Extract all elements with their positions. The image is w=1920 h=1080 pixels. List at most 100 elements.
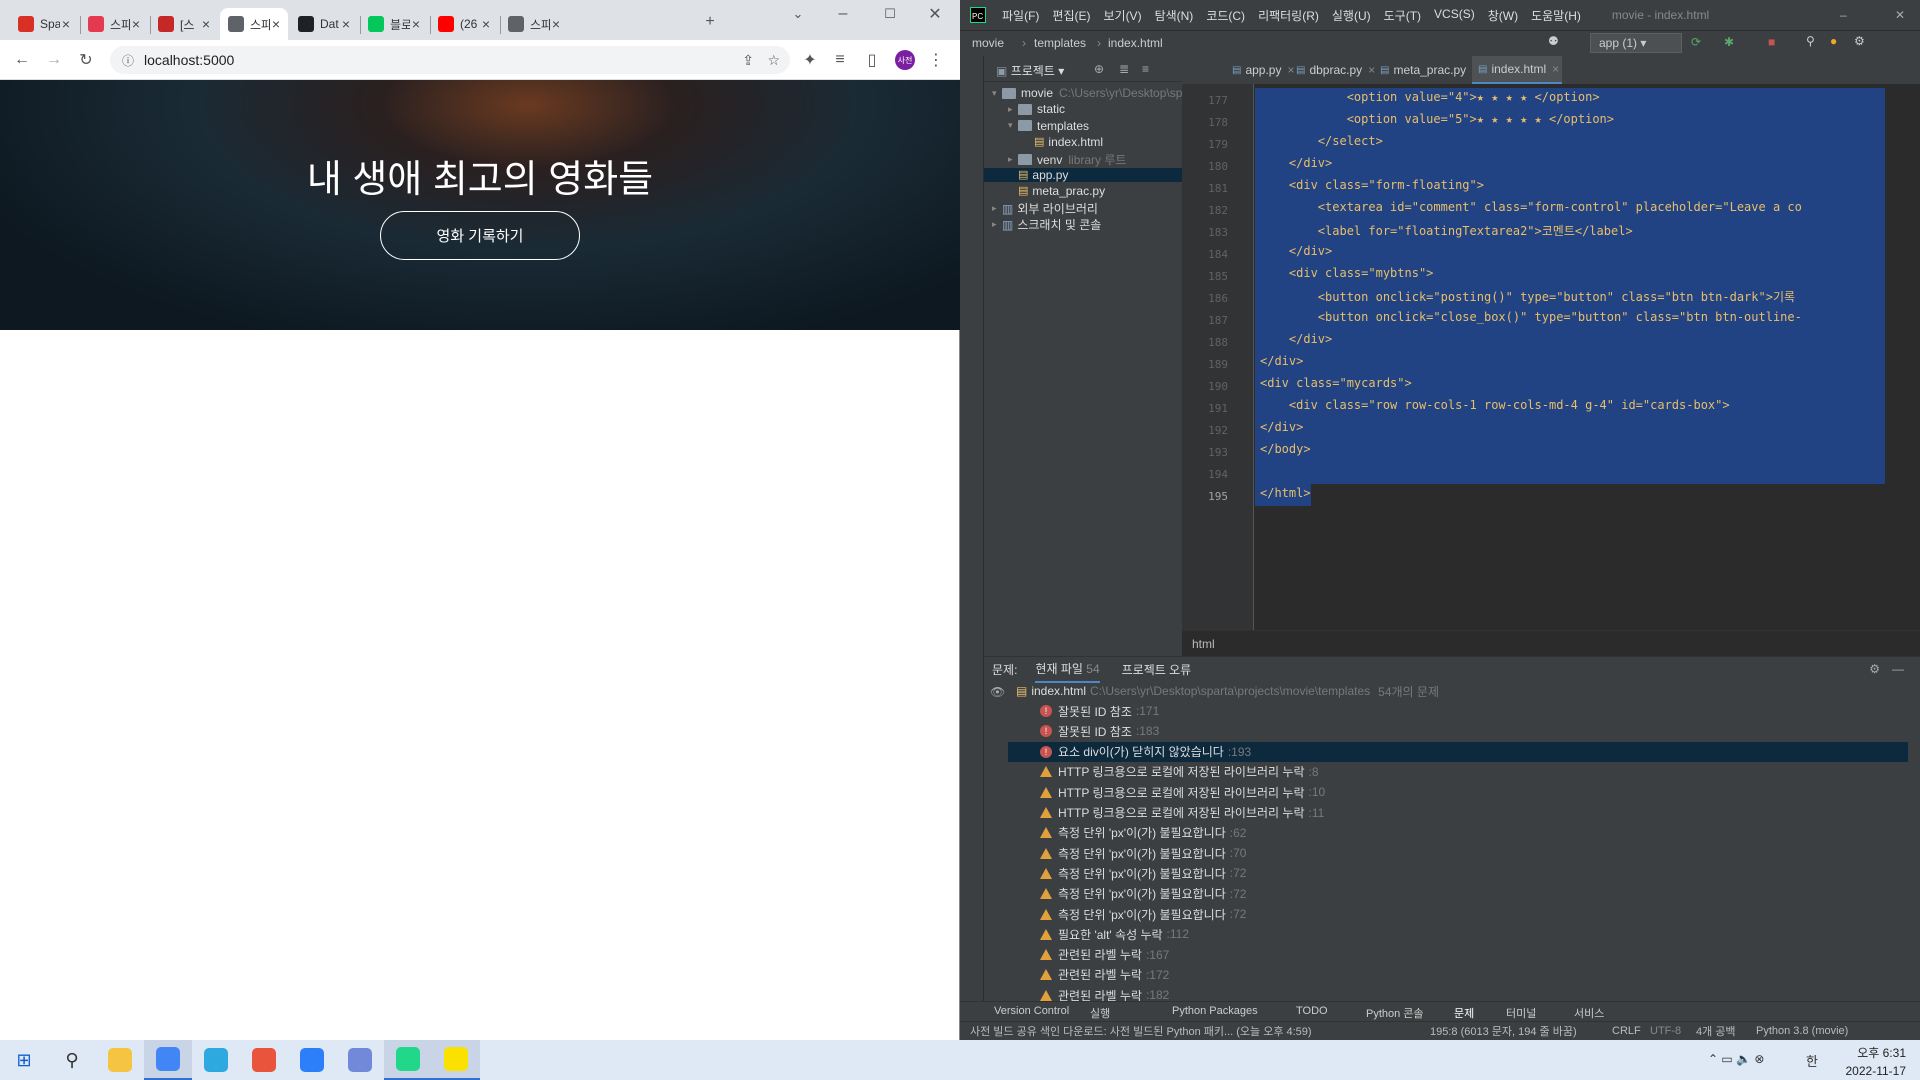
tree-item[interactable]: ▤ app.py — [984, 167, 1182, 182]
tool-tab[interactable]: Python 콘솔 — [1366, 1005, 1424, 1021]
menu-item[interactable]: 편집(E) — [1052, 7, 1090, 24]
tab-project-errors[interactable]: 프로젝트 오류 — [1122, 661, 1192, 678]
bookmark-star-icon[interactable]: ☆ — [767, 52, 780, 69]
tab-close-icon[interactable]: × — [62, 16, 70, 32]
tab-current-file[interactable]: 현재 파일 54 — [1035, 656, 1100, 683]
tab-close-icon[interactable]: × — [132, 16, 140, 32]
chrome-app[interactable] — [144, 1040, 192, 1080]
menu-item[interactable]: VCS(S) — [1434, 7, 1475, 24]
editor-tab[interactable]: ▤ dbprac.py × — [1290, 56, 1375, 84]
caret-position[interactable]: 195:8 (6013 문자, 194 줄 바꿈) — [1430, 1023, 1577, 1039]
problem-item[interactable]: 측정 단위 'px'이(가) 불필요합니다:62 — [1040, 823, 1246, 843]
ide-close-icon[interactable]: ✕ — [1895, 8, 1905, 22]
maximize-icon[interactable]: ☐ — [880, 4, 900, 24]
tab-search-icon[interactable]: ⌄ — [788, 4, 808, 24]
teams-app[interactable] — [288, 1040, 336, 1080]
tool-tab[interactable]: Version Control — [994, 1005, 1069, 1017]
tray-icons[interactable]: ⌃ ▭ 🔈 ⊗ — [1708, 1052, 1764, 1066]
debug-icon[interactable]: ✱ — [1724, 35, 1734, 49]
menu-item[interactable]: 코드(C) — [1206, 7, 1245, 24]
problem-item[interactable]: 관련된 라벨 누락:167 — [1040, 945, 1169, 965]
problem-item[interactable]: 필요한 'alt' 속성 누락:112 — [1040, 924, 1189, 944]
user-icon[interactable]: ⚉ — [1548, 34, 1559, 48]
kakaotalk-app[interactable] — [432, 1040, 480, 1080]
record-movie-button[interactable]: 영화 기록하기 — [380, 211, 580, 260]
extensions-icon[interactable]: ✦ — [800, 50, 820, 70]
clock[interactable]: 오후 6:31 2022-11-17 — [1838, 1044, 1907, 1078]
editor-breadcrumb-item[interactable]: html — [1192, 637, 1215, 651]
ime-indicator[interactable]: 한 — [1806, 1051, 1818, 1070]
problems-file-row[interactable]: ▤ index.html C:\Users\yr\Desktop\sparta\… — [1016, 681, 1439, 701]
project-panel-header[interactable]: ▣ 프로젝트 ▾ ⊕ ≣ ≡ — [984, 56, 1182, 82]
problem-item[interactable]: ! 잘못된 ID 참조:171 — [1040, 701, 1159, 721]
menu-item[interactable]: 파일(F) — [1002, 7, 1039, 24]
locate-icon[interactable]: ⊕ — [1094, 62, 1104, 76]
minimize-icon[interactable]: – — [833, 4, 853, 24]
tab-close-icon[interactable]: × — [342, 16, 350, 32]
browser-tab[interactable]: Spa × — [10, 8, 78, 40]
editor-tab[interactable]: ▤ index.html × — [1472, 56, 1562, 84]
tree-item[interactable]: ▾ templates — [1008, 119, 1089, 133]
chevron-right-icon[interactable]: ▸ — [992, 203, 1002, 214]
problem-item[interactable]: 측정 단위 'px'이(가) 불필요합니다:72 — [1040, 884, 1246, 904]
browser-tab[interactable]: 스파 × — [80, 8, 148, 40]
status-message[interactable]: 사전 빌드 공유 색인 다운로드: 사전 빌드된 Python 패키... (오… — [970, 1023, 1312, 1039]
browser-tab[interactable]: Dat × — [290, 8, 358, 40]
maps-app[interactable] — [240, 1040, 288, 1080]
address-bar[interactable]: ⓘ localhost:5000 ⇪ ☆ — [110, 46, 790, 74]
browser-tab[interactable]: 블로 × — [360, 8, 428, 40]
chrome-menu-icon[interactable]: ⋮ — [926, 50, 946, 70]
problem-item[interactable]: 측정 단위 'px'이(가) 불필요합니다:72 — [1040, 904, 1246, 924]
browser-tab[interactable]: 스파 × — [500, 8, 568, 40]
problems-hide-icon[interactable]: — — [1892, 662, 1904, 676]
menu-item[interactable]: 리팩터링(R) — [1258, 7, 1319, 24]
browser-tab[interactable]: (26 × — [430, 8, 498, 40]
tool-tab[interactable]: 터미널 — [1506, 1005, 1536, 1021]
tab-close-icon[interactable]: × — [1552, 62, 1559, 76]
forward-icon[interactable]: → — [44, 50, 64, 70]
new-tab-icon[interactable]: + — [700, 12, 720, 32]
side-panel-icon[interactable]: ▯ — [862, 50, 882, 70]
tool-tab[interactable]: 문제 — [1454, 1005, 1474, 1021]
run-config-select[interactable]: app (1) ▾ — [1590, 33, 1682, 53]
tool-tab[interactable]: 실행 — [1090, 1005, 1110, 1021]
chevron-right-icon[interactable]: ▸ — [1008, 104, 1018, 115]
preview-icon[interactable]: 👁 — [990, 685, 1005, 699]
problem-item[interactable]: 측정 단위 'px'이(가) 불필요합니다:72 — [1040, 863, 1246, 883]
tree-item[interactable]: ▤ index.html — [1024, 135, 1103, 149]
update-icon[interactable]: ● — [1830, 34, 1837, 48]
line-separator[interactable]: CRLF — [1612, 1025, 1641, 1037]
site-info-icon[interactable]: ⓘ — [122, 52, 134, 69]
menu-item[interactable]: 보기(V) — [1103, 7, 1141, 24]
chevron-down-icon[interactable]: ▾ — [1008, 120, 1018, 131]
problem-item[interactable]: HTTP 링크용으로 로컬에 저장된 라이브러리 누락:8 — [1040, 762, 1319, 782]
tab-close-icon[interactable]: × — [412, 16, 420, 32]
tree-item[interactable]: ▸ ▥ 스크래치 및 콘솔 — [992, 216, 1101, 233]
problem-item[interactable]: ! 요소 div이(가) 닫히지 않았습니다:193 — [1008, 741, 1908, 762]
nav-breadcrumb-0[interactable]: movie — [972, 36, 1004, 50]
tool-tab[interactable]: 서비스 — [1574, 1005, 1604, 1021]
chevron-right-icon[interactable]: ▸ — [992, 219, 1002, 230]
nav-breadcrumb-1[interactable]: templates — [1034, 36, 1086, 50]
editor-tab[interactable]: ▤ app.py × — [1226, 56, 1295, 84]
menu-item[interactable]: 도구(T) — [1384, 7, 1421, 24]
tree-item[interactable]: ▸ venv library 루트 — [1008, 151, 1126, 168]
problem-item[interactable]: HTTP 링크용으로 로컬에 저장된 라이브러리 누락:11 — [1040, 803, 1324, 823]
back-icon[interactable]: ← — [12, 50, 32, 70]
tab-close-icon[interactable]: × — [202, 16, 210, 32]
chevron-down-icon[interactable]: ▾ — [992, 88, 1002, 99]
tool-tab[interactable]: TODO — [1296, 1005, 1328, 1017]
tree-item[interactable]: ▤ meta_prac.py — [1008, 184, 1105, 198]
problem-item[interactable]: 관련된 라벨 누락:172 — [1040, 965, 1169, 985]
problem-item[interactable]: HTTP 링크용으로 로컬에 저장된 라이브러리 누락:10 — [1040, 782, 1325, 802]
settings-icon[interactable]: ⚙ — [1854, 34, 1865, 48]
close-icon[interactable]: ✕ — [925, 4, 945, 24]
search-icon[interactable]: ⚲ — [1806, 34, 1815, 48]
problems-settings-icon[interactable]: ⚙ — [1869, 662, 1880, 676]
menu-item[interactable]: 실행(U) — [1332, 7, 1371, 24]
tree-item[interactable]: ▸ static — [1008, 102, 1065, 116]
tab-close-icon[interactable]: × — [272, 16, 280, 32]
pycharm-app[interactable] — [384, 1040, 432, 1080]
tree-item[interactable]: ▾ movie C:\Users\yr\Desktop\sparta — [992, 86, 1203, 100]
file-explorer-app[interactable] — [96, 1040, 144, 1080]
